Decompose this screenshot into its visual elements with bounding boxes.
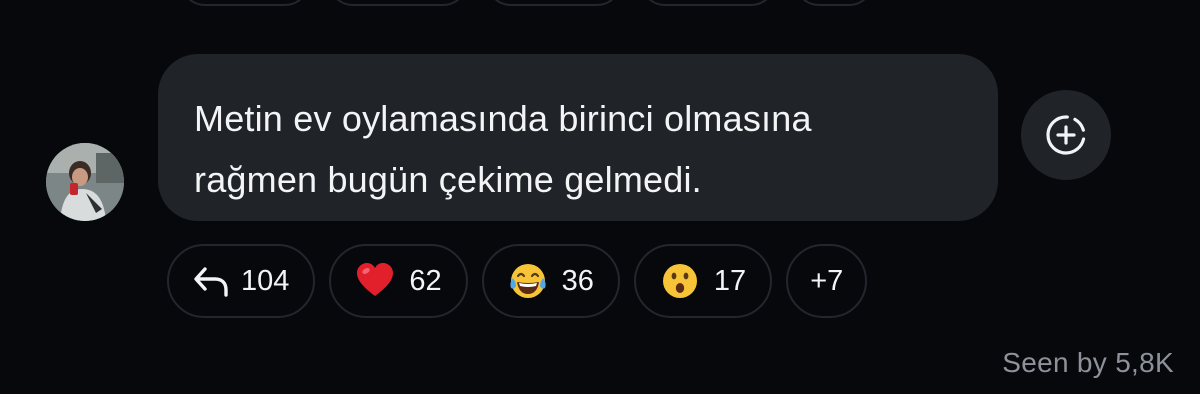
reply-arrow-icon (194, 267, 228, 297)
seen-by-count[interactable]: Seen by 5,8K (1002, 347, 1174, 379)
reply-count-button[interactable]: 104 (167, 244, 316, 318)
reply-count: 104 (241, 264, 290, 297)
reaction-bar: 104 62 36 17 +7 (167, 244, 868, 318)
heart-reaction-button[interactable]: 62 (329, 244, 468, 318)
previous-reaction-pill[interactable] (640, 0, 776, 6)
laugh-count: 36 (561, 264, 594, 297)
message-bubble[interactable]: Metin ev oylamasında birinci olmasına ra… (158, 54, 998, 221)
message-line: Metin ev oylamasında birinci olmasına (194, 98, 812, 139)
more-reactions-count: +7 (810, 264, 844, 297)
add-reaction-button[interactable] (1021, 90, 1111, 180)
tears-of-joy-emoji (509, 264, 546, 298)
laugh-reaction-button[interactable]: 36 (481, 244, 620, 318)
previous-reaction-pill[interactable] (794, 0, 874, 6)
previous-reaction-pill[interactable] (328, 0, 468, 6)
wow-count: 17 (713, 264, 747, 297)
more-reactions-button[interactable]: +7 (786, 244, 868, 318)
surprised-face-emoji (662, 264, 697, 298)
previous-reaction-pill[interactable] (180, 0, 310, 6)
message-line: rağmen bugün çekime gelmedi. (194, 159, 702, 200)
previous-message-reactions (180, 0, 874, 6)
wow-reaction-button[interactable]: 17 (633, 244, 773, 318)
add-reaction-icon (1046, 115, 1086, 155)
heart-count: 62 (409, 264, 442, 297)
avatar[interactable] (46, 143, 124, 221)
previous-reaction-pill[interactable] (486, 0, 622, 6)
red-heart-emoji (357, 263, 394, 296)
avatar-photo (46, 143, 124, 221)
